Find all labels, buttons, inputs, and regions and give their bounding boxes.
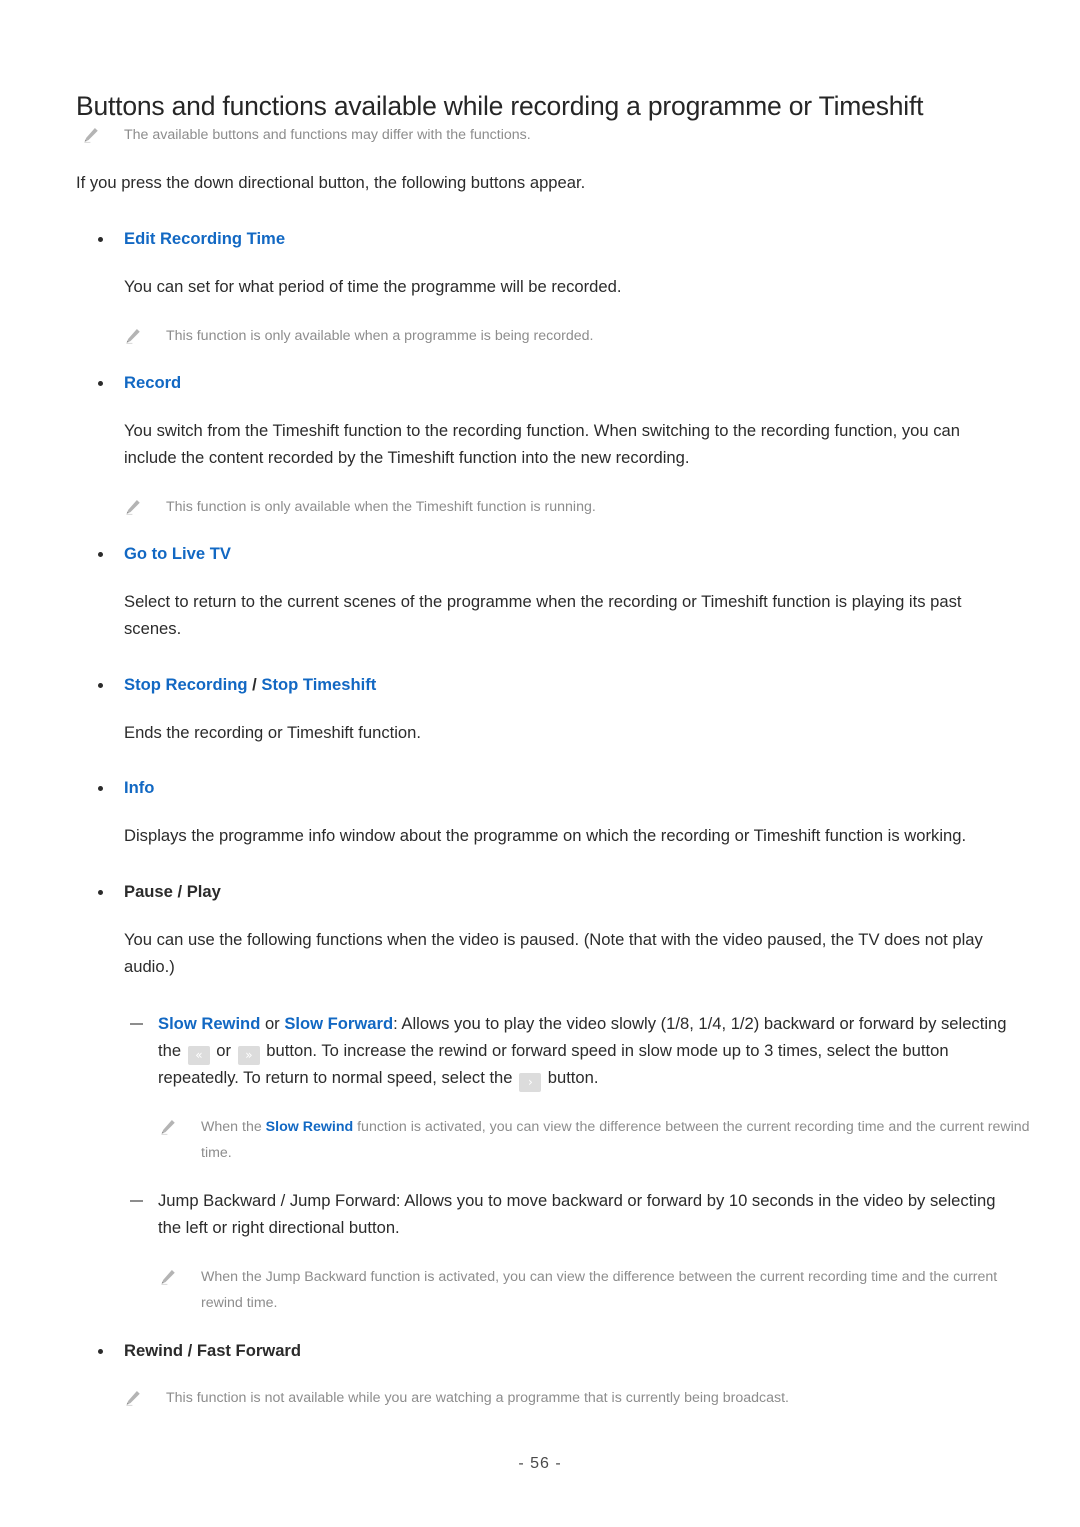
heading-stop-recording-group: Stop Recording / Stop Timeshift <box>98 673 1008 698</box>
dash-icon <box>130 1022 143 1025</box>
forward-key-icon[interactable]: » <box>237 1045 260 1065</box>
heading-pause-play: Pause / Play <box>124 882 221 902</box>
term-joiner: or <box>260 1013 285 1033</box>
heading-info[interactable]: Info <box>98 776 1008 801</box>
document-page: Buttons and functions available while re… <box>0 0 1080 1527</box>
bullet-record: Record <box>98 371 1008 396</box>
bullet-pause-play: Pause / Play <box>98 880 1008 905</box>
bullet-rewind-fast-forward: Rewind / Fast Forward <box>98 1339 1008 1364</box>
note-text-a: When the <box>201 1118 266 1135</box>
pencil-icon <box>126 328 140 344</box>
pencil-icon <box>161 1119 175 1135</box>
bullet-go-to-live-tv: Go to Live TV <box>98 542 1008 567</box>
pencil-icon <box>84 127 98 143</box>
body-pause-play: You can use the following functions when… <box>124 930 983 977</box>
document-content: The available buttons and functions may … <box>0 122 1080 1412</box>
slow-text-b: or <box>211 1040 236 1060</box>
note-jump-backward: When the Jump Backward function is activ… <box>155 1264 1041 1317</box>
jump-text: Jump Backward / Jump Forward: Allows you… <box>158 1191 996 1238</box>
heading-separator: / <box>247 674 262 694</box>
rewind-key-icon[interactable]: « <box>187 1045 210 1065</box>
body-info: Displays the programme info window about… <box>124 826 967 846</box>
bullet-info: Info <box>98 776 1008 801</box>
page-title: Buttons and functions available while re… <box>76 90 924 121</box>
body-edit-recording-time: You can set for what period of time the … <box>124 277 622 297</box>
bullet-dot-icon <box>98 682 103 688</box>
heading-stop-timeshift[interactable]: Stop Timeshift <box>261 675 376 694</box>
dash-icon <box>130 1200 143 1203</box>
dash-slow-rewind-forward: Slow Rewind or Slow Forward: Allows you … <box>130 1011 1016 1092</box>
pencil-icon <box>126 499 140 515</box>
note-slow-rewind: When the Slow Rewind function is activat… <box>155 1114 1041 1167</box>
heading-stop-recording[interactable]: Stop Recording <box>124 675 248 694</box>
bullet-dot-icon <box>98 1348 103 1354</box>
play-key-icon[interactable]: › <box>519 1072 542 1092</box>
body-stop-recording: Ends the recording or Timeshift function… <box>124 722 421 742</box>
intro-paragraph: If you press the down directional button… <box>76 173 586 193</box>
body-record: You switch from the Timeshift function t… <box>124 421 960 467</box>
note-link-slow-rewind[interactable]: Slow Rewind <box>266 1119 354 1135</box>
page-number: - 56 - <box>518 1455 562 1472</box>
intro-note-text: The available buttons and functions may … <box>124 127 531 143</box>
term-slow-forward[interactable]: Slow Forward <box>284 1014 393 1033</box>
heading-rewind-fast-forward: Rewind / Fast Forward <box>124 1340 302 1360</box>
note-text: This function is only available when a p… <box>166 327 594 344</box>
term-slow-rewind[interactable]: Slow Rewind <box>158 1014 260 1033</box>
note-text: This function is only available when the… <box>166 498 596 515</box>
bullet-stop-recording: Stop Recording / Stop Timeshift <box>98 673 1008 698</box>
note-edit-recording-time: This function is only available when a p… <box>120 323 1026 349</box>
slow-rewind-text: Slow Rewind or Slow Forward: Allows you … <box>130 1011 1016 1092</box>
note-text: When the Jump Backward function is activ… <box>201 1269 998 1312</box>
note-rewind-fast-forward: This function is not available while you… <box>120 1385 1026 1411</box>
dash-jump-backward-forward: Jump Backward / Jump Forward: Allows you… <box>130 1188 1016 1242</box>
body-go-to-live-tv: Select to return to the current scenes o… <box>124 591 962 638</box>
intro-note: The available buttons and functions may … <box>78 122 1004 148</box>
slow-text-d: button. <box>543 1067 599 1087</box>
note-text: This function is not available while you… <box>166 1390 789 1407</box>
heading-go-to-live-tv[interactable]: Go to Live TV <box>98 542 1008 567</box>
heading-edit-recording-time[interactable]: Edit Recording Time <box>98 227 1008 252</box>
bullet-edit-recording-time: Edit Recording Time <box>98 227 1008 252</box>
pencil-icon <box>126 1391 140 1407</box>
heading-record[interactable]: Record <box>98 371 1008 396</box>
pencil-icon <box>161 1269 175 1285</box>
note-record: This function is only available when the… <box>120 494 1026 520</box>
